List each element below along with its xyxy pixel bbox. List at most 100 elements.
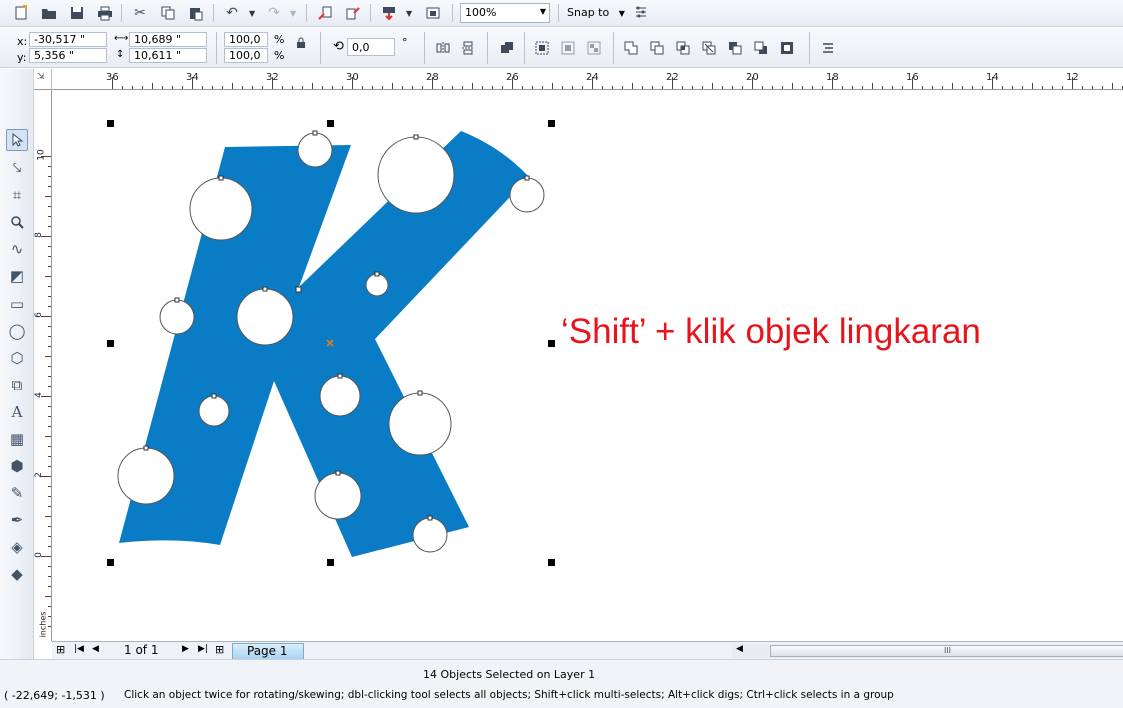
publish-dropdown-icon[interactable]: ▼ — [406, 9, 412, 18]
circle-object[interactable] — [159, 299, 195, 335]
circle-node[interactable] — [143, 445, 149, 451]
smart-fill-tool-icon[interactable]: ◩ — [6, 265, 28, 287]
node-handle[interactable] — [295, 286, 302, 293]
circle-node[interactable] — [312, 130, 318, 136]
selection-handle-top-left[interactable] — [107, 120, 114, 127]
print-icon[interactable] — [94, 2, 116, 24]
mirror-vertical-icon[interactable] — [457, 37, 479, 59]
width-field[interactable]: 10,689 " — [129, 32, 207, 47]
zoom-tool-icon[interactable] — [6, 211, 28, 233]
circle-object[interactable] — [509, 177, 545, 213]
table-tool-icon[interactable]: ▦ — [6, 428, 28, 450]
circle-object[interactable] — [198, 395, 230, 427]
circle-object[interactable] — [117, 447, 175, 505]
circle-object[interactable] — [388, 392, 452, 456]
interactive-fill-tool-icon[interactable]: ◆ — [6, 563, 28, 585]
scrollbar-thumb[interactable]: III — [770, 645, 1123, 657]
zoom-level-combo[interactable]: 100% ▼ — [460, 3, 550, 23]
next-page-icon[interactable]: ▶ — [182, 644, 189, 654]
circle-node[interactable] — [374, 271, 380, 277]
selection-handle-bottom-left[interactable] — [107, 559, 114, 566]
selection-handle-bottom-right[interactable] — [548, 559, 555, 566]
weld-icon[interactable] — [620, 37, 642, 59]
rectangle-tool-icon[interactable]: ▭ — [6, 293, 28, 315]
paste-icon[interactable] — [185, 2, 207, 24]
combine-icon[interactable] — [496, 37, 518, 59]
undo-icon[interactable]: ↶ — [221, 2, 243, 24]
scale-x-field[interactable]: 100,0 — [224, 32, 268, 47]
align-distribute-icon[interactable] — [817, 37, 839, 59]
circle-node[interactable] — [218, 175, 224, 181]
y-position-field[interactable]: 5,356 " — [29, 48, 107, 63]
back-minus-front-icon[interactable] — [750, 37, 772, 59]
circle-object[interactable] — [319, 375, 361, 417]
copy-icon[interactable] — [157, 2, 179, 24]
cut-icon[interactable]: ✂ — [129, 2, 151, 24]
outline-pen-tool-icon[interactable]: ✒ — [6, 509, 28, 531]
import-icon[interactable] — [314, 2, 336, 24]
new-icon[interactable] — [10, 2, 32, 24]
page-tab[interactable]: Page 1 — [232, 643, 304, 659]
circle-node[interactable] — [337, 373, 343, 379]
add-page-after-icon[interactable]: ⊞ — [215, 643, 224, 656]
selection-handle-middle-left[interactable] — [107, 340, 114, 347]
circle-object[interactable] — [377, 136, 455, 214]
circle-node[interactable] — [335, 470, 341, 476]
crop-tool-icon[interactable]: ⌗ — [6, 184, 28, 206]
circle-object[interactable] — [314, 472, 362, 520]
circle-node[interactable] — [524, 175, 530, 181]
circle-object[interactable] — [236, 288, 294, 346]
redo-icon[interactable]: ↷ — [263, 2, 285, 24]
undo-dropdown-icon[interactable]: ▼ — [249, 9, 255, 18]
shape-tool-icon[interactable]: ⤥ — [6, 157, 28, 179]
mirror-horizontal-icon[interactable] — [432, 37, 454, 59]
add-page-before-icon[interactable]: ⊞ — [56, 643, 65, 656]
drawing-canvas[interactable]: ‘Shift’ + klik objek lingkaran — [53, 91, 1123, 641]
create-boundary-icon[interactable] — [776, 37, 798, 59]
last-page-icon[interactable]: ▶| — [198, 644, 208, 654]
ungroup-icon[interactable] — [557, 37, 579, 59]
fill-tool-icon[interactable]: ◈ — [6, 536, 28, 558]
height-field[interactable]: 10,611 " — [129, 48, 207, 63]
previous-page-icon[interactable]: ◀ — [92, 644, 99, 654]
circle-node[interactable] — [174, 297, 180, 303]
export-icon[interactable] — [342, 2, 364, 24]
rotation-angle-field[interactable]: 0,0 — [347, 38, 395, 56]
circle-object[interactable] — [365, 273, 389, 297]
first-page-icon[interactable]: |◀ — [74, 644, 84, 654]
eyedropper-tool-icon[interactable]: ✎ — [6, 482, 28, 504]
selection-handle-top-right[interactable] — [548, 120, 555, 127]
ruler-origin-corner[interactable]: ⇲ — [34, 69, 52, 90]
scroll-left-icon[interactable]: ◀ — [736, 644, 743, 654]
circle-node[interactable] — [211, 393, 217, 399]
extrude-tool-icon[interactable]: ⬢ — [6, 455, 28, 477]
simplify-icon[interactable] — [698, 37, 720, 59]
publish-icon[interactable] — [378, 2, 400, 24]
front-minus-back-icon[interactable] — [724, 37, 746, 59]
group-icon[interactable] — [531, 37, 553, 59]
app-launcher-icon[interactable] — [422, 2, 444, 24]
save-icon[interactable] — [66, 2, 88, 24]
circle-object[interactable] — [297, 132, 333, 168]
horizontal-scrollbar[interactable]: ◀ III — [732, 644, 1123, 658]
selection-handle-middle-right[interactable] — [548, 340, 555, 347]
x-position-field[interactable]: -30,517 " — [29, 32, 107, 47]
intersect-icon[interactable] — [672, 37, 694, 59]
circle-object[interactable] — [412, 517, 448, 553]
ellipse-tool-icon[interactable]: ◯ — [6, 320, 28, 342]
selection-handle-top-center[interactable] — [327, 120, 334, 127]
lock-ratio-icon[interactable] — [290, 32, 312, 54]
options-icon[interactable] — [630, 2, 652, 24]
polygon-tool-icon[interactable]: ⬡ — [6, 347, 28, 369]
circle-node[interactable] — [427, 515, 433, 521]
selection-handle-bottom-center[interactable] — [327, 559, 334, 566]
vertical-ruler[interactable]: 10 8 6 4 2 0 inches — [34, 90, 52, 641]
text-tool-icon[interactable]: A — [6, 401, 28, 423]
open-icon[interactable] — [38, 2, 60, 24]
freehand-tool-icon[interactable]: ∿ — [6, 238, 28, 260]
circle-object[interactable] — [189, 177, 253, 241]
pick-tool-icon[interactable] — [6, 129, 28, 151]
circle-node[interactable] — [413, 134, 419, 140]
redo-dropdown-icon[interactable]: ▼ — [290, 9, 296, 18]
horizontal-ruler[interactable]: 36 34 32 30 28 26 24 22 20 18 16 14 12 — [52, 69, 1123, 90]
